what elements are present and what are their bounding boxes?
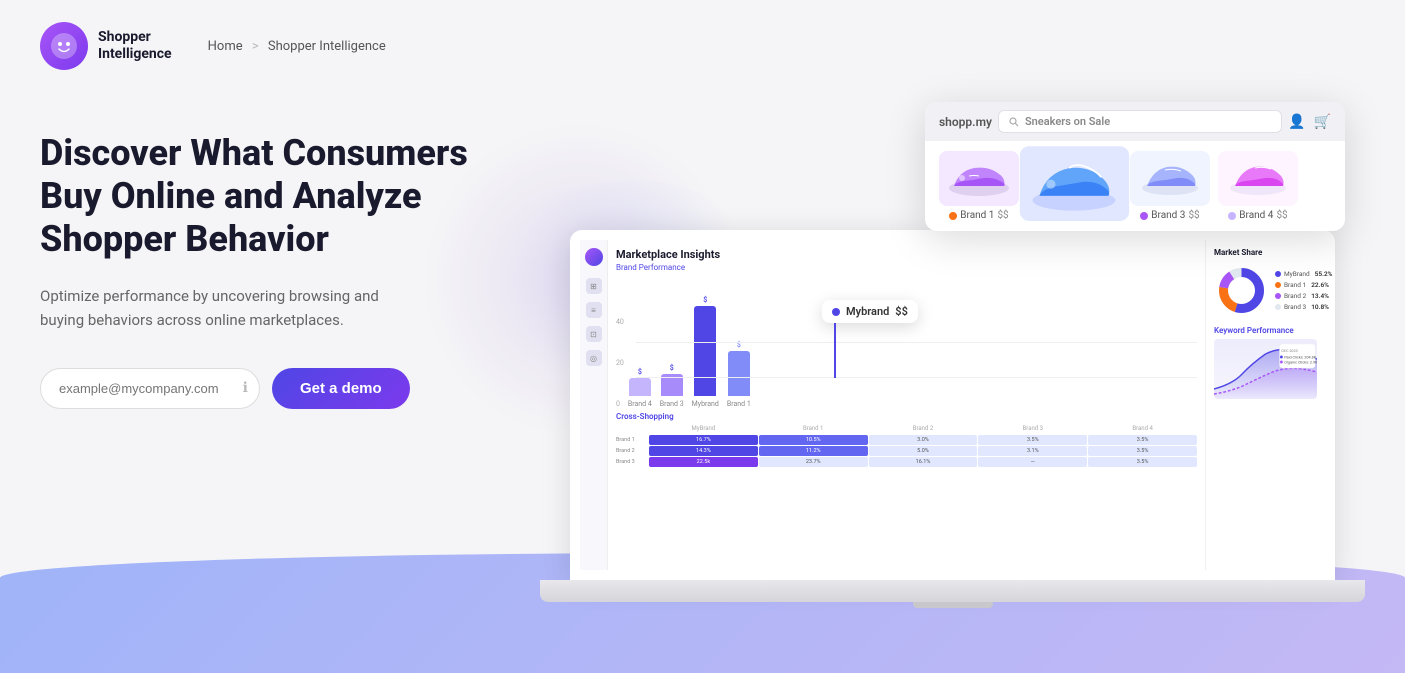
shopp-products: Brand 1 $$ bbox=[925, 141, 1345, 231]
hero-subtitle: Optimize performance by uncovering brows… bbox=[40, 284, 420, 332]
get-demo-button[interactable]: Get a demo bbox=[272, 368, 410, 409]
cross-shopping-section: Cross-Shopping MyBrand Brand 1 Brand 2 B… bbox=[616, 412, 1197, 467]
market-share-title: Market Share bbox=[1214, 248, 1317, 257]
shoe-brand3-svg bbox=[1135, 156, 1205, 201]
shoe-brand1-img bbox=[939, 151, 1019, 206]
shopp-search-bar[interactable]: Sneakers on Sale bbox=[998, 110, 1282, 133]
bar-mybrand: $ Mybrand bbox=[692, 296, 719, 408]
bar-mybrand-rect bbox=[694, 306, 716, 396]
right-panel: ⊞ ≡ ⊡ ◎ Marketplace Insights Brand Perfo… bbox=[540, 102, 1365, 662]
keyword-chart: DEC 2020 Paid Clicks: 204.8K Organic Cli… bbox=[1214, 339, 1317, 399]
sidebar-settings-icon: ⊡ bbox=[586, 326, 602, 342]
sidebar-home-icon: ⊞ bbox=[586, 278, 602, 294]
shoe-brand1-svg bbox=[944, 156, 1014, 201]
logo-text: Shopper Intelligence bbox=[98, 29, 172, 63]
mybrand-popup-content: Mybrand $$ bbox=[822, 300, 918, 323]
brand4-label: Brand 4 $$ bbox=[1228, 210, 1287, 221]
search-icon bbox=[1009, 117, 1019, 127]
legend-mybrand: MyBrand 55.2% bbox=[1275, 270, 1332, 278]
mybrand-tooltip: Mybrand $$ bbox=[822, 300, 918, 378]
shopp-titlebar: shopp.my Sneakers on Sale 👤 🛒 bbox=[925, 102, 1345, 141]
brand1-dot bbox=[949, 212, 957, 220]
legend-brand3: Brand 3 10.8% bbox=[1275, 303, 1332, 311]
bar-brand1: $ Brand 1 bbox=[727, 341, 751, 408]
left-panel: Discover What Consumers Buy Online and A… bbox=[40, 102, 520, 409]
shoe-brand4-img bbox=[1218, 151, 1298, 206]
heatmap-rows: Brand 1 16.7% 10.5% 3.0% 3.5% 3.5% Brand… bbox=[616, 435, 1197, 467]
cross-heatmap-header: MyBrand Brand 1 Brand 2 Brand 3 Brand 4 bbox=[616, 425, 1197, 432]
brand-performance-label: Brand Performance bbox=[616, 263, 1197, 272]
donut-chart-container: MyBrand 55.2% Brand 1 22.6% bbox=[1214, 263, 1317, 318]
hero-title: Discover What Consumers Buy Online and A… bbox=[40, 132, 520, 262]
bar-brand3: $ Brand 3 bbox=[660, 364, 684, 408]
donut-chart bbox=[1214, 263, 1269, 318]
legend-dot-brand2 bbox=[1275, 293, 1281, 299]
shoe-mybrand-img bbox=[1020, 146, 1129, 221]
mybrand-connector-line bbox=[834, 323, 836, 378]
shopp-actions: 👤 🛒 bbox=[1288, 114, 1331, 130]
info-icon: ℹ bbox=[243, 380, 248, 396]
shoe-brand4-svg bbox=[1223, 156, 1293, 201]
bars-area: $ Brand 4 $ Brand 3 bbox=[628, 318, 751, 408]
product-brand4: Brand 4 $$ bbox=[1218, 151, 1298, 221]
cart-icon: 🛒 bbox=[1314, 114, 1331, 130]
product-mybrand bbox=[1020, 146, 1129, 221]
sidebar-chart-icon: ≡ bbox=[586, 302, 602, 318]
user-icon: 👤 bbox=[1288, 114, 1305, 130]
legend-brand1: Brand 1 22.6% bbox=[1275, 281, 1332, 289]
mybrand-popup-price: $$ bbox=[895, 305, 908, 318]
email-input-wrapper: ℹ bbox=[40, 368, 260, 409]
dashboard: ⊞ ≡ ⊡ ◎ Marketplace Insights Brand Perfo… bbox=[580, 240, 1325, 570]
legend-brand2: Brand 2 13.4% bbox=[1275, 292, 1332, 300]
legend-dot-brand1 bbox=[1275, 282, 1281, 288]
logo: Shopper Intelligence bbox=[40, 22, 172, 70]
dashboard-title: Marketplace Insights bbox=[616, 248, 1197, 261]
svg-text:DEC 2020: DEC 2020 bbox=[1281, 348, 1297, 353]
breadcrumb: Home > Shopper Intelligence bbox=[208, 39, 386, 54]
product-brand3: Brand 3 $$ bbox=[1130, 151, 1210, 221]
keyword-performance-title: Keyword Performance bbox=[1214, 326, 1317, 335]
dash-sidebar: ⊞ ≡ ⊡ ◎ bbox=[580, 240, 608, 570]
main-content: Discover What Consumers Buy Online and A… bbox=[0, 92, 1405, 662]
dash-logo bbox=[585, 248, 603, 266]
shoe-brand3-img bbox=[1130, 151, 1210, 206]
shopp-window: shopp.my Sneakers on Sale 👤 🛒 bbox=[925, 102, 1345, 231]
brand3-label: Brand 3 $$ bbox=[1140, 210, 1199, 221]
keyword-line-chart: DEC 2020 Paid Clicks: 204.8K Organic Cli… bbox=[1214, 339, 1317, 399]
cta-form: ℹ Get a demo bbox=[40, 368, 520, 409]
logo-icon bbox=[40, 22, 88, 70]
header: Shopper Intelligence Home > Shopper Inte… bbox=[0, 0, 1405, 92]
shopp-search-placeholder: Sneakers on Sale bbox=[1025, 115, 1110, 128]
shoe-mybrand-svg bbox=[1026, 152, 1124, 215]
brand1-label: Brand 1 $$ bbox=[949, 210, 1008, 221]
svg-text:Organic Clicks: 2.9K: Organic Clicks: 2.9K bbox=[1284, 359, 1317, 364]
bar-brand1-rect bbox=[728, 351, 750, 396]
laptop-screen: ⊞ ≡ ⊡ ◎ Marketplace Insights Brand Perfo… bbox=[570, 230, 1335, 580]
legend-dot-brand3 bbox=[1275, 304, 1281, 310]
mybrand-popup-label: Mybrand bbox=[846, 305, 889, 318]
laptop-base bbox=[540, 580, 1365, 602]
bar-brand4-rect bbox=[629, 378, 651, 396]
y-axis: 40 20 0 bbox=[616, 318, 624, 408]
market-share-legend: MyBrand 55.2% Brand 1 22.6% bbox=[1275, 270, 1332, 311]
legend-dot-mybrand bbox=[1275, 271, 1281, 277]
laptop-mockup: ⊞ ≡ ⊡ ◎ Marketplace Insights Brand Perfo… bbox=[540, 230, 1365, 602]
bar-brand4: $ Brand 4 bbox=[628, 368, 652, 408]
sidebar-person-icon: ◎ bbox=[586, 350, 602, 366]
email-input[interactable] bbox=[40, 368, 260, 409]
product-brand1: Brand 1 $$ bbox=[939, 151, 1019, 221]
shopp-site-name: shopp.my bbox=[939, 115, 992, 129]
dash-main-area: Marketplace Insights Brand Performance 4… bbox=[608, 240, 1205, 570]
mybrand-popup-dot bbox=[832, 308, 840, 316]
dash-right-column: Market Share bbox=[1205, 240, 1325, 570]
brand3-dot bbox=[1140, 212, 1148, 220]
brand4-dot bbox=[1228, 212, 1236, 220]
cross-shopping-title: Cross-Shopping bbox=[616, 412, 1197, 421]
